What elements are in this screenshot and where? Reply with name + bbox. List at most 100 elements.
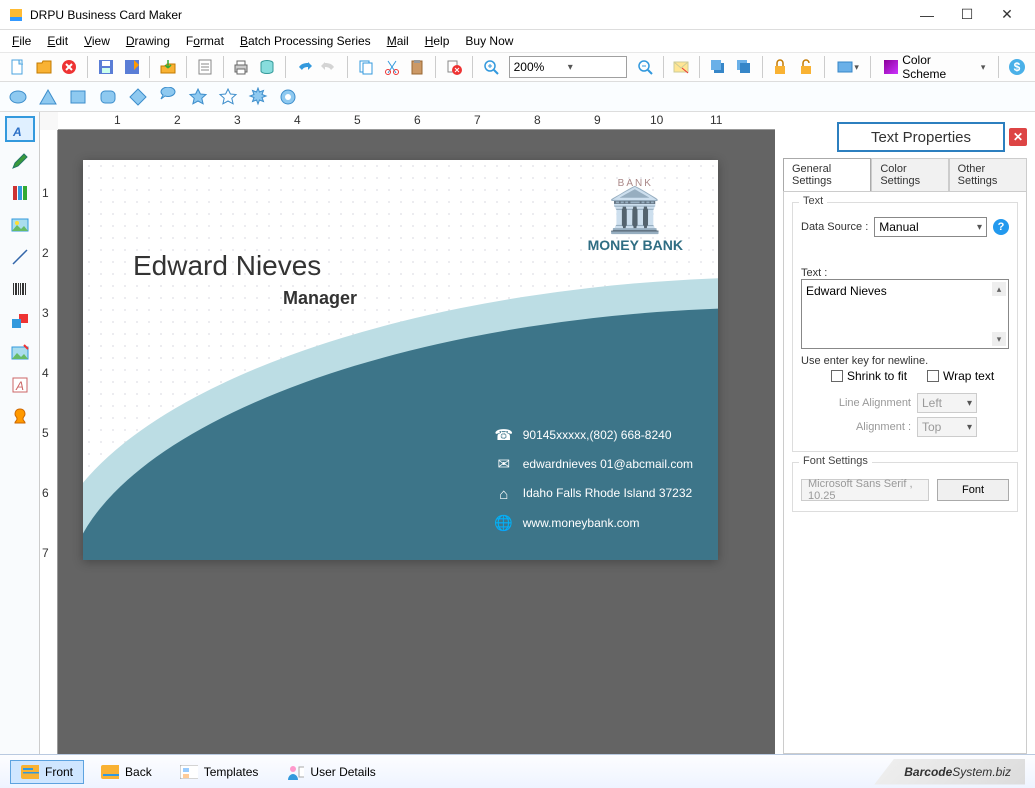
bring-front-icon[interactable] [706, 55, 730, 79]
menu-mail[interactable]: Mail [379, 32, 417, 50]
burst-shape-icon[interactable] [246, 85, 270, 109]
font-button[interactable]: Font [937, 479, 1009, 501]
tab-color[interactable]: Color Settings [871, 158, 948, 191]
star-shape-icon[interactable] [186, 85, 210, 109]
line-align-label: Line Alignment [831, 397, 911, 409]
align-label: Alignment : [831, 421, 911, 433]
print-icon[interactable] [230, 55, 254, 79]
diamond-shape-icon[interactable] [126, 85, 150, 109]
svg-text:A: A [12, 125, 22, 139]
tool-clipart[interactable] [5, 340, 35, 366]
currency-icon[interactable]: $ [1005, 55, 1029, 79]
open-icon[interactable] [32, 55, 56, 79]
tool-watermark[interactable]: A [5, 372, 35, 398]
send-back-icon[interactable] [732, 55, 756, 79]
card-role[interactable]: Manager [283, 288, 357, 309]
undo-icon[interactable] [292, 55, 316, 79]
app-icon [8, 7, 24, 23]
panel-close-button[interactable]: ✕ [1009, 128, 1027, 146]
cut-icon[interactable] [380, 55, 404, 79]
main-toolbar: 200%▾ ▾ Color Scheme▾ $ [0, 52, 1035, 82]
tool-image[interactable] [5, 212, 35, 238]
svg-text:$: $ [1014, 60, 1021, 74]
rect-shape-icon[interactable] [66, 85, 90, 109]
svg-text:A: A [14, 379, 23, 393]
save-icon[interactable] [94, 55, 118, 79]
wrap-checkbox[interactable]: Wrap text [927, 369, 994, 383]
delete-icon[interactable] [442, 55, 466, 79]
callout-shape-icon[interactable] [156, 85, 180, 109]
user-details-tab[interactable]: User Details [275, 760, 386, 784]
font-group: Font Settings Microsoft Sans Serif , 10.… [792, 462, 1018, 512]
shrink-checkbox[interactable]: Shrink to fit [831, 369, 907, 383]
tool-shapes[interactable] [5, 308, 35, 334]
tool-pencil[interactable] [5, 148, 35, 174]
lock-icon[interactable] [769, 55, 793, 79]
tool-line[interactable] [5, 244, 35, 270]
zoomin-icon[interactable] [479, 55, 503, 79]
scroll-up-icon[interactable]: ▴ [992, 282, 1006, 296]
text-group: Text Data Source : Manual▾ ? Text : Edwa… [792, 202, 1018, 452]
vertical-ruler: 1234567 [40, 130, 58, 754]
canvas[interactable]: Edward Nieves Manager BANK 🏛️ MONEY BANK… [58, 130, 775, 754]
ellipse-shape-icon[interactable] [6, 85, 30, 109]
bank-logo[interactable]: BANK 🏛️ MONEY BANK [588, 178, 683, 253]
card-contact[interactable]: ☎90145xxxxx,(802) 668-8240 ✉edwardnieves… [495, 421, 693, 538]
close-button[interactable]: ✕ [987, 0, 1027, 30]
minimize-button[interactable]: — [907, 0, 947, 30]
menu-buynow[interactable]: Buy Now [457, 32, 521, 50]
triangle-shape-icon[interactable] [36, 85, 60, 109]
roundrect-shape-icon[interactable] [96, 85, 120, 109]
menu-batch[interactable]: Batch Processing Series [232, 32, 379, 50]
close-file-icon[interactable] [57, 55, 81, 79]
brand-watermark: BarcodeSystem.biz [874, 759, 1025, 785]
card-back-icon [101, 765, 119, 779]
business-card[interactable]: Edward Nieves Manager BANK 🏛️ MONEY BANK… [83, 160, 718, 560]
layout-icon[interactable]: ▾ [831, 55, 865, 79]
templates-tab[interactable]: Templates [169, 760, 270, 784]
new-icon[interactable] [6, 55, 30, 79]
color-scheme-button[interactable]: Color Scheme▾ [877, 55, 992, 79]
export-icon[interactable] [156, 55, 180, 79]
font-display: Microsoft Sans Serif , 10.25 [801, 479, 929, 501]
email-icon[interactable] [670, 55, 694, 79]
card-name[interactable]: Edward Nieves [133, 250, 321, 282]
menu-help[interactable]: Help [417, 32, 458, 50]
horizontal-ruler: 1234567891011 [58, 112, 775, 130]
menubar: File Edit View Drawing Format Batch Proc… [0, 30, 1035, 52]
zoomout-icon[interactable] [633, 55, 657, 79]
panel-tabs: General Settings Color Settings Other Se… [783, 158, 1027, 191]
back-tab[interactable]: Back [90, 760, 163, 784]
text-label: Text : [801, 267, 827, 279]
menu-view[interactable]: View [76, 32, 118, 50]
database-icon[interactable] [255, 55, 279, 79]
redo-icon[interactable] [318, 55, 342, 79]
tool-text[interactable]: A [5, 116, 35, 142]
menu-edit[interactable]: Edit [39, 32, 76, 50]
tool-barcode[interactable] [5, 276, 35, 302]
paste-icon[interactable] [406, 55, 430, 79]
unlock-icon[interactable] [794, 55, 818, 79]
tab-general[interactable]: General Settings [783, 158, 871, 191]
copy-icon[interactable] [354, 55, 378, 79]
tool-custom[interactable] [5, 404, 35, 430]
tab-other[interactable]: Other Settings [949, 158, 1027, 191]
front-tab[interactable]: Front [10, 760, 84, 784]
data-source-combo[interactable]: Manual▾ [874, 217, 987, 237]
menu-format[interactable]: Format [178, 32, 232, 50]
star-outline-shape-icon[interactable] [216, 85, 240, 109]
page-icon[interactable] [193, 55, 217, 79]
user-icon [286, 765, 304, 779]
globe-icon: 🌐 [495, 509, 513, 538]
scroll-down-icon[interactable]: ▾ [992, 332, 1006, 346]
help-icon[interactable]: ? [993, 219, 1009, 235]
saveas-icon[interactable] [120, 55, 144, 79]
menu-drawing[interactable]: Drawing [118, 32, 178, 50]
panel-title: Text Properties [837, 122, 1005, 152]
text-input[interactable]: Edward Nieves ▴ ▾ [801, 279, 1009, 349]
menu-file[interactable]: File [4, 32, 39, 50]
maximize-button[interactable]: ☐ [947, 0, 987, 30]
gear-shape-icon[interactable] [276, 85, 300, 109]
zoom-combo[interactable]: 200%▾ [509, 56, 627, 78]
tool-library[interactable] [5, 180, 35, 206]
